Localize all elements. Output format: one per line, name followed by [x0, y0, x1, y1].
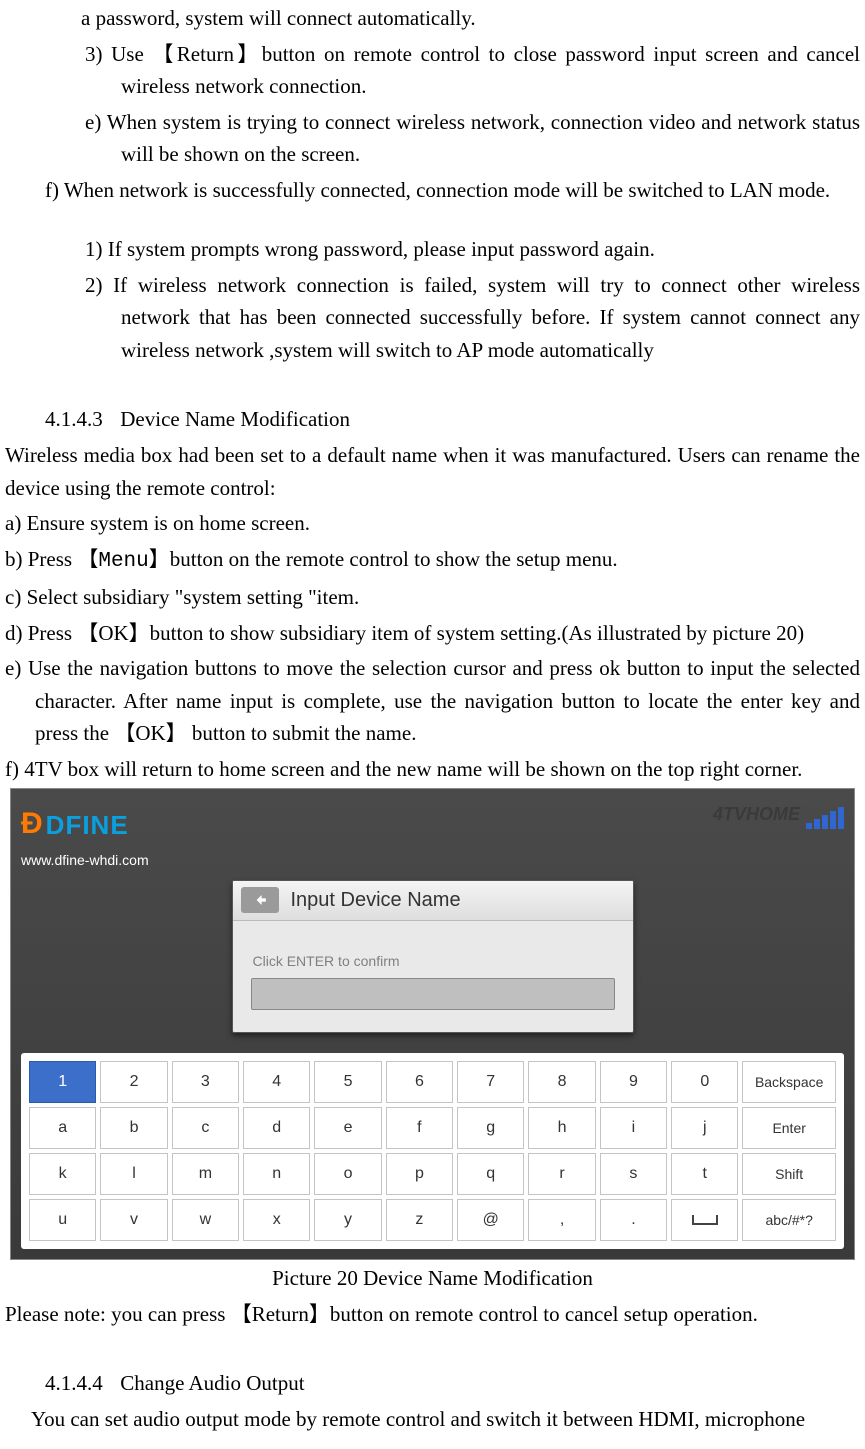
spacer	[5, 1333, 860, 1355]
key-9[interactable]: 9	[600, 1061, 667, 1103]
key-1[interactable]: 1	[29, 1061, 96, 1103]
keyboard-row: 1234567890Backspace	[27, 1059, 838, 1105]
step-d: d) Press 【OK】button to show subsidiary i…	[5, 617, 860, 650]
section-intro: Wireless media box had been set to a def…	[5, 439, 860, 504]
key-p[interactable]: p	[386, 1153, 453, 1195]
keyboard-row: uvwxyz@,. abc/#*?	[27, 1197, 838, 1243]
signal-bars-icon	[806, 807, 844, 829]
key-symbol[interactable]: .	[600, 1199, 667, 1241]
key-2[interactable]: 2	[100, 1061, 167, 1103]
logo-d-icon: Ð	[21, 801, 44, 848]
note-item-1: 1) If system prompts wrong password, ple…	[45, 233, 860, 266]
key-a[interactable]: a	[29, 1107, 96, 1149]
key-4[interactable]: 4	[243, 1061, 310, 1103]
key-u[interactable]: u	[29, 1199, 96, 1241]
key-e[interactable]: e	[314, 1107, 381, 1149]
key-j[interactable]: j	[671, 1107, 738, 1149]
logo-url: www.dfine-whdi.com	[21, 850, 149, 872]
key-enter[interactable]: Enter	[742, 1107, 835, 1149]
step-b-pre: b) Press 【	[5, 547, 98, 571]
note-item-2: 2) If wireless network connection is fai…	[45, 269, 860, 367]
section4-intro: You can set audio output mode by remote …	[5, 1403, 860, 1436]
logo-block: Ð DFINE www.dfine-whdi.com	[21, 801, 149, 871]
back-button[interactable]	[241, 887, 279, 913]
key-6[interactable]: 6	[386, 1061, 453, 1103]
status-label: 4TVHOME	[713, 801, 800, 829]
key-q[interactable]: q	[457, 1153, 524, 1195]
device-name-input[interactable]	[251, 978, 615, 1010]
step-e: e) Use the navigation buttons to move th…	[5, 652, 860, 750]
figure-topbar: Ð DFINE www.dfine-whdi.com 4TVHOME	[21, 801, 844, 871]
key-o[interactable]: o	[314, 1153, 381, 1195]
popup-hint: Click ENTER to confirm	[253, 951, 615, 973]
logo-text: DFINE	[46, 805, 129, 845]
key-k[interactable]: k	[29, 1153, 96, 1195]
please-note: Please note: you can press 【Return】butto…	[5, 1298, 860, 1331]
key-space[interactable]	[671, 1199, 738, 1241]
step-b-post: 】button on the remote control to show th…	[149, 547, 618, 571]
section-number: 4.1.4.3	[45, 403, 115, 436]
key-f[interactable]: f	[386, 1107, 453, 1149]
arrow-left-icon	[250, 890, 270, 910]
space-icon	[692, 1215, 718, 1225]
popup-header: Input Device Name	[233, 881, 633, 921]
key-shift[interactable]: Shift	[742, 1153, 835, 1195]
section-title: Change Audio Output	[120, 1371, 304, 1395]
step-c: c) Select subsidiary "system setting "it…	[5, 581, 860, 614]
key-g[interactable]: g	[457, 1107, 524, 1149]
step-f: f) 4TV box will return to home screen an…	[5, 753, 860, 786]
key-d[interactable]: d	[243, 1107, 310, 1149]
key-w[interactable]: w	[172, 1199, 239, 1241]
step-a: a) Ensure system is on home screen.	[5, 507, 860, 540]
popup-input-device-name: Input Device Name Click ENTER to confirm	[232, 880, 634, 1034]
section-4143-heading: 4.1.4.3 Device Name Modification	[45, 403, 860, 436]
figure-screenshot: Ð DFINE www.dfine-whdi.com 4TVHOME Input…	[10, 788, 855, 1260]
key-h[interactable]: h	[528, 1107, 595, 1149]
key-symbol[interactable]: @	[457, 1199, 524, 1241]
document-page: a password, system will connect automati…	[0, 2, 865, 1449]
key-m[interactable]: m	[172, 1153, 239, 1195]
key-8[interactable]: 8	[528, 1061, 595, 1103]
body-line-continuation: a password, system will connect automati…	[5, 2, 860, 35]
key-b[interactable]: b	[100, 1107, 167, 1149]
key-s[interactable]: s	[600, 1153, 667, 1195]
key-x[interactable]: x	[243, 1199, 310, 1241]
key-symbol[interactable]: ,	[528, 1199, 595, 1241]
section-number: 4.1.4.4	[45, 1367, 115, 1400]
section-4144-heading: 4.1.4.4 Change Audio Output	[45, 1367, 860, 1400]
key-0[interactable]: 0	[671, 1061, 738, 1103]
key-abc[interactable]: abc/#*?	[742, 1199, 835, 1241]
key-v[interactable]: v	[100, 1199, 167, 1241]
key-3[interactable]: 3	[172, 1061, 239, 1103]
section-title: Device Name Modification	[120, 407, 350, 431]
key-i[interactable]: i	[600, 1107, 667, 1149]
key-backspace[interactable]: Backspace	[742, 1061, 835, 1103]
spacer	[5, 209, 860, 231]
figure-caption: Picture 20 Device Name Modification	[5, 1262, 860, 1295]
key-r[interactable]: r	[528, 1153, 595, 1195]
keyboard-row: klmnopqrstShift	[27, 1151, 838, 1197]
key-t[interactable]: t	[671, 1153, 738, 1195]
list-item-3: 3) Use 【Return】button on remote control …	[45, 38, 860, 103]
status-label-area: 4TVHOME	[713, 801, 844, 829]
key-y[interactable]: y	[314, 1199, 381, 1241]
keyboard-row: abcdefghijEnter	[27, 1105, 838, 1151]
key-n[interactable]: n	[243, 1153, 310, 1195]
list-item-e: e) When system is trying to connect wire…	[45, 106, 860, 171]
list-item-f: f) When network is successfully connecte…	[45, 174, 860, 207]
key-l[interactable]: l	[100, 1153, 167, 1195]
popup-title: Input Device Name	[291, 885, 461, 916]
step-b: b) Press 【Menu】button on the remote cont…	[5, 543, 860, 579]
menu-key-label: Menu	[98, 550, 148, 573]
key-c[interactable]: c	[172, 1107, 239, 1149]
key-5[interactable]: 5	[314, 1061, 381, 1103]
spacer	[5, 369, 860, 391]
on-screen-keyboard: 1234567890BackspaceabcdefghijEnterklmnop…	[21, 1053, 844, 1249]
key-z[interactable]: z	[386, 1199, 453, 1241]
key-7[interactable]: 7	[457, 1061, 524, 1103]
